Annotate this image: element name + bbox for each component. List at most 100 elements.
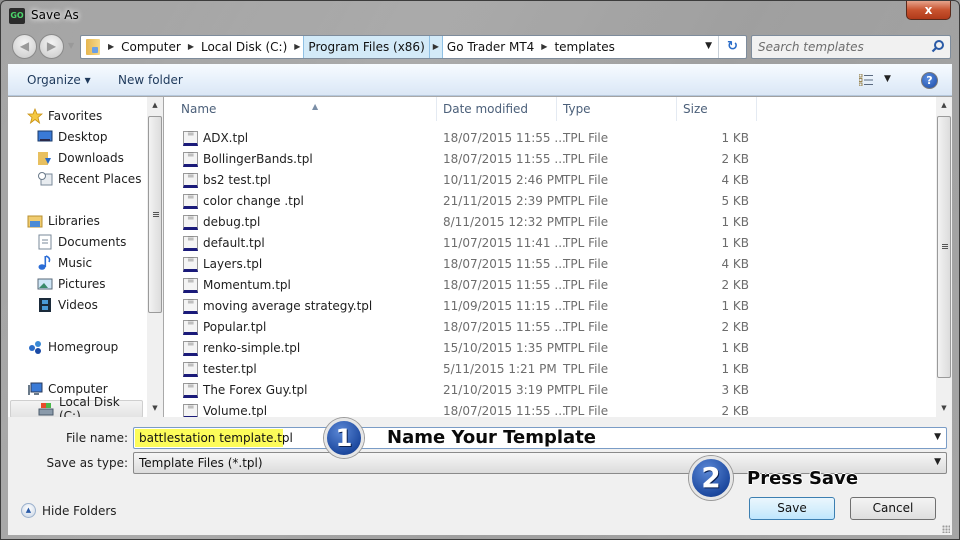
cancel-button[interactable]: Cancel <box>850 497 936 520</box>
picture-icon <box>37 278 53 290</box>
file-name: color change .tpl <box>203 194 304 208</box>
file-row[interactable]: ADX.tpl 18/07/2015 11:55 ...TPL File 1 KB <box>164 128 764 149</box>
file-date-modified: 15/10/2015 1:35 PM <box>443 341 565 355</box>
file-name: BollingerBands.tpl <box>203 152 313 166</box>
recent-pages-dropdown[interactable]: ▼ <box>68 41 74 50</box>
file-date-modified: 21/11/2015 2:39 PM <box>443 194 565 208</box>
refresh-button[interactable]: ↻ <box>718 36 746 58</box>
file-row[interactable]: color change .tpl 21/11/2015 2:39 PMTPL F… <box>164 191 764 212</box>
file-name-label: File name: <box>66 431 128 445</box>
file-date-modified: 18/07/2015 11:55 ... <box>443 278 566 292</box>
file-name-value[interactable]: battlestation template.tpl <box>139 431 293 445</box>
file-size: 2 KB <box>721 320 749 334</box>
search-icon[interactable] <box>931 39 945 53</box>
file-row[interactable]: The Forex Guy.tpl 21/10/2015 3:19 PMTPL F… <box>164 380 764 401</box>
file-type: TPL File <box>563 173 609 187</box>
scroll-down-icon[interactable]: ▼ <box>936 400 952 416</box>
sidebar-item-libraries[interactable]: Libraries <box>27 212 100 230</box>
file-row[interactable]: Popular.tpl 18/07/2015 11:55 ...TPL File 2… <box>164 317 764 338</box>
chevron-down-icon[interactable]: ▼ <box>934 457 941 467</box>
breadcrumb-program-files[interactable]: Program Files (x86) <box>303 36 430 58</box>
navigation-pane-scrollbar[interactable]: ▲ ▼ <box>147 97 163 417</box>
search-input[interactable] <box>758 39 928 55</box>
chevron-down-icon[interactable]: ▼ <box>934 432 941 442</box>
breadcrumb-go-trader[interactable]: Go Trader MT4 <box>443 36 538 58</box>
file-type: TPL File <box>563 404 609 417</box>
column-header-name[interactable]: Name ▲ <box>175 97 437 121</box>
close-button[interactable]: x <box>906 1 951 20</box>
address-dropdown-icon[interactable]: ▼ <box>705 41 712 51</box>
sidebar-item-documents[interactable]: Documents <box>37 233 126 251</box>
tpl-file-icon <box>183 234 198 251</box>
grip-icon <box>942 244 948 250</box>
forward-button[interactable]: ▶ <box>39 34 64 59</box>
new-folder-button[interactable]: New folder <box>118 73 183 87</box>
back-button[interactable]: ◀ <box>12 34 37 59</box>
file-name: bs2 test.tpl <box>203 173 271 187</box>
file-date-modified: 18/07/2015 11:55 ... <box>443 257 566 271</box>
breadcrumb-separator-icon[interactable]: ▶ <box>291 36 303 58</box>
column-header-type[interactable]: Type <box>557 97 677 121</box>
help-icon[interactable]: ? <box>921 72 938 89</box>
file-row[interactable]: Volume.tpl 18/07/2015 11:55 ...TPL File 2 … <box>164 401 764 417</box>
tpl-file-icon <box>183 255 198 272</box>
sidebar-item-local-disk[interactable]: Local Disk (C:) <box>10 395 143 423</box>
file-size: 1 KB <box>721 341 749 355</box>
file-row[interactable]: renko-simple.tpl 15/10/2015 1:35 PMTPL Fi… <box>164 338 764 359</box>
column-header-size[interactable]: Size <box>677 97 757 121</box>
scrollbar-thumb[interactable] <box>937 116 951 378</box>
file-size: 5 KB <box>721 194 749 208</box>
file-row[interactable]: debug.tpl 8/11/2015 12:32 PMTPL File 1 KB <box>164 212 764 233</box>
scrollbar-thumb[interactable] <box>148 116 162 313</box>
resize-grip-icon[interactable] <box>942 525 950 533</box>
file-row[interactable]: tester.tpl 5/11/2015 1:21 PM TPL File 1 KB <box>164 359 764 380</box>
scroll-up-icon[interactable]: ▲ <box>147 97 163 113</box>
organize-menu[interactable]: Organize ▾ <box>27 73 91 87</box>
file-name: Popular.tpl <box>203 320 267 334</box>
file-name: moving average strategy.tpl <box>203 299 373 313</box>
file-size: 2 KB <box>721 152 749 166</box>
details-view-icon[interactable] <box>859 74 873 86</box>
sidebar-item-desktop[interactable]: Desktop <box>37 128 108 146</box>
save-button[interactable]: Save <box>749 497 835 520</box>
scroll-down-icon[interactable]: ▼ <box>147 400 163 416</box>
breadcrumb-separator-icon[interactable]: ▶ <box>105 36 117 58</box>
breadcrumb-separator-icon[interactable]: ▶ <box>185 36 197 58</box>
file-name: debug.tpl <box>203 215 261 229</box>
tpl-file-icon <box>183 129 198 146</box>
file-row[interactable]: bs2 test.tpl 10/11/2015 2:46 PMTPL File 4 … <box>164 170 764 191</box>
sidebar-item-pictures[interactable]: Pictures <box>37 275 106 293</box>
file-size: 3 KB <box>721 383 749 397</box>
recent-places-icon <box>38 172 53 186</box>
breadcrumb-separator-icon[interactable]: ▶ <box>429 36 443 58</box>
file-row[interactable]: Layers.tpl 18/07/2015 11:55 ...TPL File 4 … <box>164 254 764 275</box>
navigation-bar: ◀ ▶ ▼ ▶ Computer ▶ Local Disk (C:) ▶ Pro… <box>1 31 959 61</box>
hide-folders-button[interactable]: ▲ Hide Folders <box>21 503 117 518</box>
sidebar-item-recent-places[interactable]: Recent Places <box>37 170 141 188</box>
file-row[interactable]: Momentum.tpl 18/07/2015 11:55 ...TPL File… <box>164 275 764 296</box>
sidebar-item-videos[interactable]: Videos <box>37 296 98 314</box>
breadcrumb-templates[interactable]: templates <box>550 36 618 58</box>
sidebar-item-label: Pictures <box>58 277 106 291</box>
search-box[interactable] <box>751 35 951 59</box>
breadcrumb-local-disk[interactable]: Local Disk (C:) <box>197 36 291 58</box>
sidebar-item-favorites[interactable]: Favorites <box>27 107 102 125</box>
sidebar-item-label: Homegroup <box>48 340 119 354</box>
breadcrumb-separator-icon[interactable]: ▶ <box>538 36 550 58</box>
sidebar-item-music[interactable]: Music <box>37 254 92 272</box>
sidebar-item-homegroup[interactable]: Homegroup <box>27 338 118 356</box>
file-row[interactable]: moving average strategy.tpl 11/09/2015 11… <box>164 296 764 317</box>
breadcrumb-computer[interactable]: Computer <box>117 36 185 58</box>
column-header-date[interactable]: Date modified <box>437 97 557 121</box>
file-size: 4 KB <box>721 173 749 187</box>
file-date-modified: 18/07/2015 11:55 ... <box>443 152 566 166</box>
file-row[interactable]: default.tpl 11/07/2015 11:41 ...TPL File 1… <box>164 233 764 254</box>
file-list-scrollbar[interactable]: ▲ ▼ <box>936 97 952 417</box>
scroll-up-icon[interactable]: ▲ <box>936 97 952 113</box>
file-date-modified: 11/07/2015 11:41 ... <box>443 236 566 250</box>
sidebar-item-downloads[interactable]: Downloads <box>37 149 124 167</box>
address-bar[interactable]: ▶ Computer ▶ Local Disk (C:) ▶ Program F… <box>80 35 747 59</box>
view-options-dropdown[interactable]: ▼ <box>884 74 891 84</box>
file-row[interactable]: BollingerBands.tpl 18/07/2015 11:55 ...TP… <box>164 149 764 170</box>
file-date-modified: 5/11/2015 1:21 PM <box>443 362 557 376</box>
